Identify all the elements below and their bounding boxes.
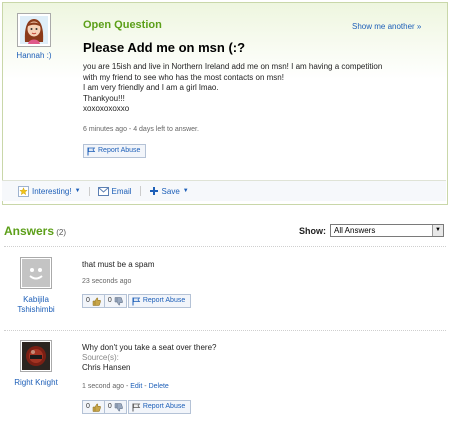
question-action-bar: Interesting! ▼ Email Save ▼	[2, 180, 446, 201]
sources-label: Source(s):	[82, 353, 119, 362]
answer-meta: 1 second ago - Edit - Delete	[82, 383, 169, 390]
divider	[4, 246, 446, 247]
question-body: you are 15ish and live in Northern Irela…	[83, 62, 433, 115]
answer-text: that must be a spam	[82, 260, 155, 269]
default-avatar[interactable]	[20, 257, 52, 289]
divider	[4, 330, 446, 331]
star-icon	[18, 185, 29, 197]
asker-name[interactable]: Hannah :)	[8, 51, 60, 60]
question-body-line: Thankyou!!!	[83, 93, 125, 103]
question-body-line: I am very friendly and I am a girl lmao.	[83, 83, 219, 92]
answer-meta-time: 1 second ago -	[82, 383, 131, 390]
save-button[interactable]: Save ▼	[139, 186, 197, 196]
report-abuse-button[interactable]: Report Abuse	[127, 400, 192, 414]
question-meta: 6 minutes ago - 4 days left to answer.	[83, 126, 199, 133]
envelope-icon	[97, 186, 109, 196]
answer-user: Kabijila Tshishimbi	[8, 257, 64, 315]
show-filter-select[interactable]: All Answers ▼	[330, 224, 444, 237]
user-avatar[interactable]	[20, 340, 52, 372]
thumbs-down-button[interactable]: 0	[103, 400, 127, 414]
question-body-line: xoxoxoxoxxo	[83, 104, 130, 113]
show-filter-value: All Answers	[334, 226, 376, 235]
smiley-avatar-icon	[22, 259, 50, 287]
answers-header: Answers (2)	[4, 224, 66, 238]
answer-user-name[interactable]: Kabijila Tshishimbi	[8, 295, 64, 315]
asker-avatar[interactable]	[17, 13, 51, 47]
answer-user: Right Knight	[8, 340, 64, 388]
helmet-avatar-icon	[22, 342, 50, 370]
email-label: Email	[111, 186, 132, 196]
flag-icon	[87, 147, 96, 155]
delete-link[interactable]: Delete	[149, 383, 169, 390]
plus-icon	[149, 187, 158, 195]
girl-avatar-icon	[20, 16, 48, 44]
answer-vote-row: 0 0 Report Abuse	[82, 400, 192, 414]
flag-icon	[132, 297, 141, 305]
question-status: Open Question	[83, 19, 162, 31]
show-another-link[interactable]: Show me another »	[352, 22, 421, 31]
answer-text: Why don't you take a seat over there?	[82, 343, 217, 352]
thumbs-down-button[interactable]: 0	[103, 294, 127, 308]
thumbs-down-icon	[114, 402, 123, 411]
question-title: Please Add me on msn (:?	[83, 40, 246, 55]
answers-title: Answers	[4, 224, 55, 238]
flag-icon	[132, 403, 141, 411]
thumbs-down-count: 0	[107, 403, 112, 410]
asker: Hannah :)	[14, 13, 54, 60]
thumbs-up-icon	[92, 297, 101, 306]
interesting-label: Interesting!	[32, 186, 72, 196]
report-abuse-label: Report Abuse	[142, 297, 186, 304]
thumbs-up-icon	[92, 403, 101, 412]
thumbs-up-count: 0	[86, 297, 90, 304]
answer-vote-row: 0 0 Report Abuse	[82, 294, 192, 308]
chevron-down-icon: ▼	[182, 188, 189, 194]
save-label: Save	[161, 186, 180, 196]
thumbs-up-button[interactable]: 0	[82, 294, 105, 308]
thumbs-down-icon	[114, 296, 123, 305]
question-body-line: you are 15ish and live in Northern Irela…	[83, 62, 383, 71]
thumbs-down-count: 0	[107, 297, 112, 304]
chevron-down-icon[interactable]: ▼	[432, 225, 443, 236]
answer-user-name[interactable]: Right Knight	[8, 378, 64, 388]
show-filter-label: Show:	[299, 226, 326, 236]
question-body-line: with my friend to see who has the most c…	[83, 72, 284, 82]
answer-source: Chris Hansen	[82, 363, 131, 372]
email-button[interactable]: Email	[88, 186, 140, 196]
edit-link[interactable]: Edit	[130, 383, 142, 390]
interesting-button[interactable]: Interesting! ▼	[18, 185, 89, 197]
report-abuse-button[interactable]: Report Abuse	[83, 144, 147, 158]
report-abuse-label: Report Abuse	[98, 147, 141, 154]
report-abuse-label: Report Abuse	[142, 403, 186, 410]
chevron-down-icon: ▼	[74, 188, 81, 194]
thumbs-up-count: 0	[86, 403, 90, 410]
report-abuse-button[interactable]: Report Abuse	[127, 294, 192, 308]
question-card: Hannah :) Open Question Show me another …	[2, 2, 448, 205]
thumbs-up-button[interactable]: 0	[82, 400, 105, 414]
answers-count: (2)	[56, 228, 67, 237]
answer-meta: 23 seconds ago	[82, 278, 132, 285]
